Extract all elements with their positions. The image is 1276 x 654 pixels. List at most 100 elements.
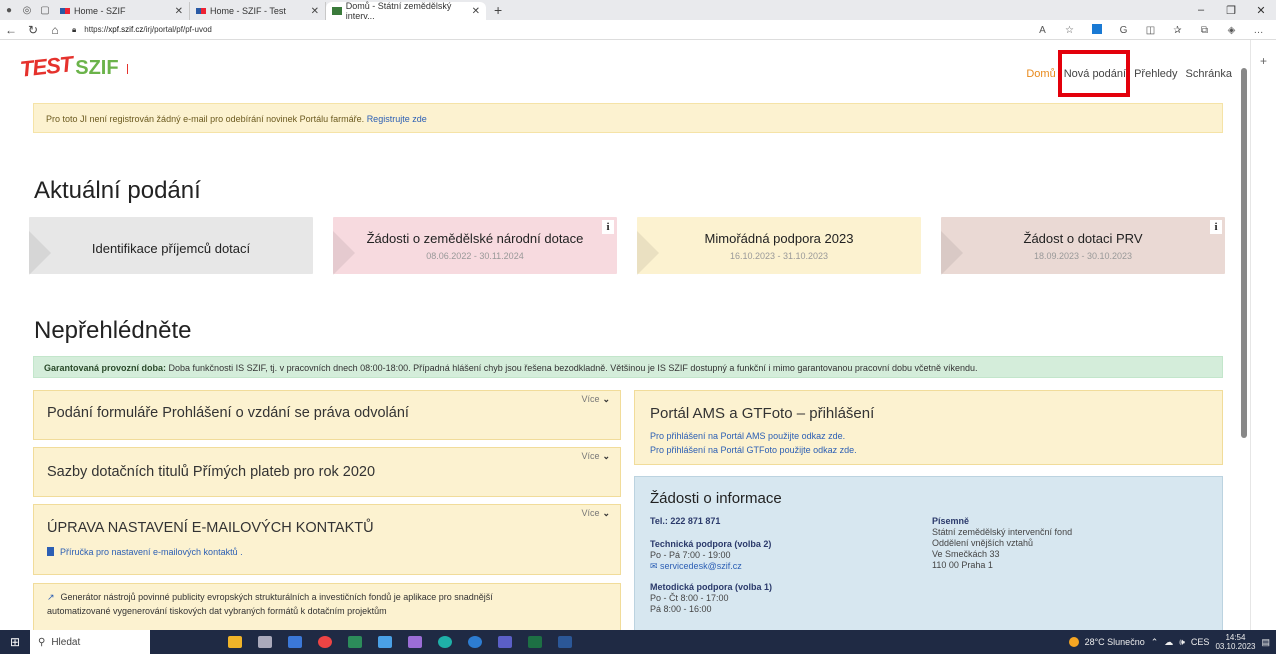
box-email-kontakty[interactable]: Více ⌄ ÚPRAVA NASTAVENÍ E-MAILOVÝCH KONTA… bbox=[33, 504, 621, 575]
method-hours-1: Po - Čt 8:00 - 17:00 bbox=[650, 593, 729, 603]
task-view-icon[interactable] bbox=[253, 633, 277, 651]
contact-left: Tel.: 222 871 871 Technická podpora (vol… bbox=[650, 516, 772, 615]
url-path: /irj/portal/pf/pf-uvod bbox=[143, 25, 212, 34]
minimize-icon[interactable]: – bbox=[1186, 4, 1216, 16]
card-zemedelske-narodni-dotace[interactable]: Žádosti o zemědělské národní dotace 08.0… bbox=[333, 217, 617, 275]
clock-time: 14:54 bbox=[1225, 633, 1246, 642]
close-icon[interactable]: ✕ bbox=[311, 6, 319, 17]
app-icon[interactable] bbox=[343, 633, 367, 651]
szif-favicon-icon bbox=[60, 8, 70, 14]
info-icon[interactable]: i bbox=[602, 220, 614, 234]
logo-szif-text: SZIF bbox=[75, 57, 119, 79]
browser-tab[interactable]: Home - SZIF - Test ✕ bbox=[190, 2, 326, 20]
nav-domu[interactable]: Domů bbox=[1026, 68, 1055, 80]
card-dotace-prv[interactable]: Žádost o dotaci PRV 18.09.2023 - 30.10.2… bbox=[941, 217, 1225, 275]
collections-icon[interactable]: ⧉ bbox=[1191, 25, 1218, 36]
manual-link[interactable]: Příručka pro nastavení e-mailových konta… bbox=[47, 547, 243, 557]
profile-icon[interactable]: ● bbox=[0, 0, 18, 20]
language-indicator[interactable]: CES bbox=[1191, 637, 1210, 647]
page-scrollbar[interactable] bbox=[1238, 40, 1250, 630]
tech-support-hours: Po - Pá 7:00 - 19:00 bbox=[650, 550, 731, 560]
clock-date: 03.10.2023 bbox=[1215, 642, 1256, 651]
box-prohlaseni[interactable]: Více ⌄ Podání formuláře Prohlášení o vzdá… bbox=[33, 390, 621, 440]
card-mimoradna-podpora[interactable]: Mimořádná podpora 2023 16.10.2023 - 31.1… bbox=[637, 217, 921, 275]
more-toggle[interactable]: Více ⌄ bbox=[581, 508, 610, 519]
refresh-extension-icon[interactable]: G bbox=[1110, 25, 1137, 36]
volume-icon[interactable]: 🕪︎ bbox=[1179, 637, 1185, 648]
workspaces-icon[interactable]: ◎ bbox=[18, 0, 36, 20]
teams-icon[interactable] bbox=[493, 633, 517, 651]
excel-icon[interactable] bbox=[523, 633, 547, 651]
clock[interactable]: 14:54 03.10.2023 bbox=[1215, 633, 1255, 651]
close-window-icon[interactable]: ✕ bbox=[1246, 4, 1276, 17]
browser-tab-active[interactable]: Domů - Státní zemědělský interv... ✕ bbox=[326, 1, 486, 21]
written-contact-title: Písemně bbox=[932, 516, 970, 526]
szif-logo[interactable]: TEST SZIF bbox=[19, 51, 128, 82]
read-aloud-icon[interactable]: A bbox=[1029, 25, 1056, 36]
box-zadosti-o-informace: Žádosti o informace Tel.: 222 871 871 Te… bbox=[634, 476, 1223, 630]
chevron-up-icon[interactable]: ⌃ bbox=[1151, 637, 1159, 648]
alert-text: Pro toto JI není registrován žádný e-mai… bbox=[46, 114, 365, 124]
reload-icon[interactable]: ↻ bbox=[22, 23, 44, 37]
weather-text[interactable]: 28°C Slunečno bbox=[1085, 637, 1145, 647]
add-sidebar-icon[interactable]: + bbox=[1251, 54, 1276, 68]
chrome-icon[interactable] bbox=[313, 633, 337, 651]
more-toggle[interactable]: Více ⌄ bbox=[581, 394, 610, 405]
more-toggle[interactable]: Více ⌄ bbox=[581, 451, 610, 462]
split-screen-icon[interactable]: ◫ bbox=[1137, 25, 1164, 36]
nav-prehledy[interactable]: Přehledy bbox=[1134, 68, 1177, 80]
email-alert: Pro toto JI není registrován žádný e-mai… bbox=[33, 103, 1223, 133]
ams-login-link[interactable]: Pro přihlášení na Portál AMS použijte od… bbox=[650, 431, 845, 441]
extension-icon[interactable] bbox=[1083, 23, 1110, 37]
explorer-app-icon[interactable] bbox=[223, 633, 247, 651]
url-scheme: https:// bbox=[84, 25, 109, 34]
edge-icon[interactable] bbox=[433, 633, 457, 651]
more-label: Více bbox=[581, 451, 600, 461]
app-icon[interactable] bbox=[373, 633, 397, 651]
email-text: servicedesk@szif.cz bbox=[660, 561, 742, 571]
nav-schranka[interactable]: Schránka bbox=[1186, 68, 1232, 80]
system-tray: 28°C Slunečno ⌃ ☁ 🕪︎ CES 14:54 03.10.2023… bbox=[1068, 630, 1276, 654]
close-icon[interactable]: ✕ bbox=[472, 6, 480, 17]
contact-right: Písemně Státní zemědělský intervenční fo… bbox=[932, 516, 1072, 571]
external-link-icon[interactable]: ↗ bbox=[47, 592, 55, 602]
copilot-icon[interactable]: ◈ bbox=[1218, 25, 1245, 36]
card-identifikace[interactable]: Identifikace příjemců dotací bbox=[29, 217, 313, 275]
register-link[interactable]: Registrujte zde bbox=[367, 114, 427, 124]
gtfoto-login-link[interactable]: Pro přihlášení na Portál GTFoto použijte… bbox=[650, 445, 857, 455]
favorite-star-icon[interactable]: ☆ bbox=[1056, 25, 1083, 36]
method-support-title: Metodická podpora (volba 1) bbox=[650, 582, 773, 592]
tab-actions-icon[interactable]: ▢ bbox=[36, 0, 54, 20]
more-icon[interactable]: … bbox=[1245, 25, 1272, 36]
scrollbar-thumb[interactable] bbox=[1241, 68, 1247, 438]
email-link[interactable]: ✉ servicedesk@szif.cz bbox=[650, 561, 742, 571]
taskbar-search[interactable]: ⚲ Hledat bbox=[30, 630, 150, 654]
info-icon[interactable]: i bbox=[1210, 220, 1222, 234]
url-field[interactable]: 🔒︎ https://xpf.szif.cz/irj/portal/pf/pf-… bbox=[72, 25, 212, 35]
phone-number[interactable]: Tel.: 222 871 871 bbox=[650, 516, 720, 526]
windows-start-icon[interactable]: ⊞ bbox=[0, 635, 30, 649]
section-title-neprehlednete: Nepřehlédněte bbox=[34, 317, 192, 344]
tab-title: Home - SZIF bbox=[74, 6, 126, 16]
favorites-icon[interactable]: ✰ bbox=[1164, 25, 1191, 36]
ie-icon[interactable] bbox=[463, 633, 487, 651]
restore-icon[interactable]: ❐ bbox=[1216, 4, 1246, 17]
edge-sidebar: + bbox=[1250, 40, 1276, 630]
app-icon[interactable] bbox=[283, 633, 307, 651]
back-icon[interactable]: ← bbox=[0, 23, 22, 37]
card-title: Mimořádná podpora 2023 bbox=[704, 231, 854, 246]
browser-tab[interactable]: Home - SZIF ✕ bbox=[54, 2, 190, 20]
pdf-icon bbox=[47, 547, 54, 556]
close-icon[interactable]: ✕ bbox=[175, 6, 183, 17]
app-icon[interactable] bbox=[403, 633, 427, 651]
word-icon[interactable] bbox=[553, 633, 577, 651]
method-hours-2: Pá 8:00 - 16:00 bbox=[650, 604, 712, 614]
notifications-icon[interactable]: ▤ bbox=[1261, 637, 1270, 648]
box-sazby[interactable]: Více ⌄ Sazby dotačních titulů Přímých pla… bbox=[33, 447, 621, 497]
home-icon[interactable]: ⌂ bbox=[44, 23, 66, 37]
box-generator[interactable]: ↗ Generátor nástrojů povinné publicity ev… bbox=[33, 583, 621, 630]
new-tab-icon[interactable]: + bbox=[494, 2, 502, 18]
box-ams-gtfoto: Portál AMS a GTFoto – přihlášení Pro při… bbox=[634, 390, 1223, 465]
network-icon[interactable]: ☁ bbox=[1164, 637, 1173, 648]
chevron-down-icon: ⌄ bbox=[602, 451, 610, 461]
